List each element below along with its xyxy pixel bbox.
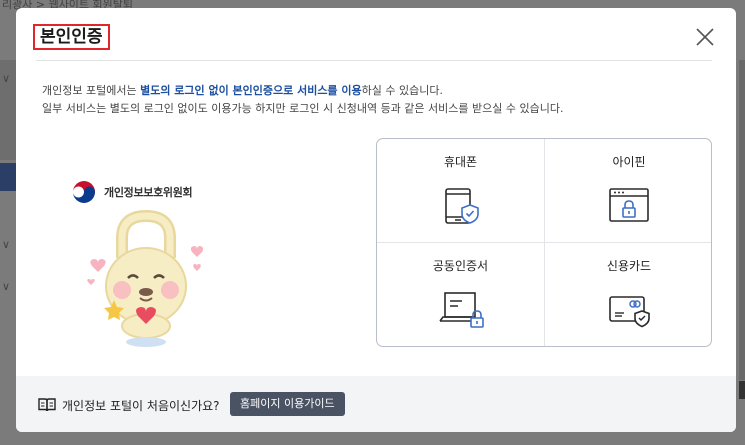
credit-card-shield-icon — [609, 296, 650, 328]
background-scroll-thumb — [739, 381, 745, 399]
modal-title: 본인인증 — [33, 24, 110, 50]
auth-option-mobile[interactable]: 휴대폰 — [377, 139, 545, 243]
auth-method-grid: 휴대폰 아이핀 공동인증서 신용카드 — [376, 138, 712, 347]
background-sidebar-active — [0, 163, 16, 191]
header-divider — [36, 60, 712, 61]
description-suffix: 하실 수 있습니다. — [361, 84, 443, 97]
laptop-lock-icon — [439, 292, 484, 328]
auth-option-label: 신용카드 — [606, 259, 652, 273]
auth-option-certificate[interactable]: 공동인증서 — [377, 243, 545, 346]
book-icon — [38, 398, 56, 412]
taegeuk-logo-icon — [71, 179, 97, 205]
chevron-down-icon: ∨ — [2, 238, 11, 251]
mascot-illustration — [87, 209, 204, 347]
chevron-down-icon: ∨ — [2, 280, 11, 293]
modal-description: 개인정보 포털에서는 별도의 로그인 없이 본인인증으로 서비스를 이용하실 수… — [42, 82, 563, 118]
first-visit-question: 개인정보 포털이 처음이신가요? — [62, 399, 220, 413]
organization-logo: 개인정보보호위원회 — [70, 178, 193, 206]
organization-name: 개인정보보호위원회 — [104, 186, 193, 199]
description-line-1: 개인정보 포털에서는 별도의 로그인 없이 본인인증으로 서비스를 이용하실 수… — [42, 82, 563, 100]
usage-guide-button[interactable]: 홈페이지 이용가이드 — [230, 392, 345, 416]
close-button[interactable] — [694, 26, 716, 48]
description-prefix: 개인정보 포털에서는 — [42, 84, 141, 97]
auth-option-credit-card[interactable]: 신용카드 — [545, 243, 711, 346]
chevron-down-icon: ∨ — [2, 72, 11, 85]
identity-verification-modal: 본인인증 개인정보 포털에서는 별도의 로그인 없이 본인인증으로 서비스를 이… — [16, 8, 736, 432]
description-line-2: 일부 서비스는 별도의 로그인 없이도 이용가능 하지만 로그인 시 신청내역 … — [42, 102, 564, 115]
description-highlight: 별도의 로그인 없이 본인인증으로 서비스를 이용 — [140, 84, 362, 97]
mobile-phone-shield-icon — [445, 188, 479, 224]
auth-option-label: 휴대폰 — [443, 155, 478, 169]
modal-header: 본인인증 — [16, 8, 736, 62]
auth-option-label: 아이핀 — [612, 155, 646, 169]
modal-footer: 개인정보 포털이 처음이신가요? 홈페이지 이용가이드 — [16, 376, 736, 432]
close-icon — [696, 28, 714, 46]
auth-option-label: 공동인증서 — [432, 259, 489, 273]
background-scrollbar — [739, 60, 745, 380]
auth-option-ipin[interactable]: 아이핀 — [545, 139, 711, 243]
browser-lock-icon — [609, 188, 649, 222]
